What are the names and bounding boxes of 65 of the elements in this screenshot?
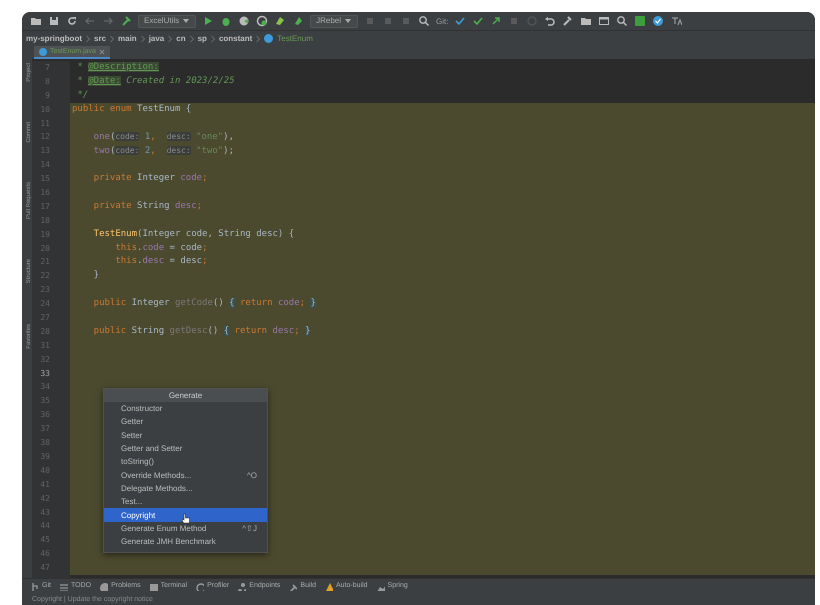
menu-item[interactable]: Copyright xyxy=(104,508,267,522)
menu-item[interactable]: Delegate Methods... xyxy=(104,482,267,496)
breadcrumb-item[interactable]: TestEnum xyxy=(277,34,313,43)
hammer-icon[interactable] xyxy=(120,15,132,27)
wrench-icon[interactable] xyxy=(562,15,574,27)
menu-item[interactable]: Override Methods... ^O xyxy=(104,468,267,482)
chevron-icon xyxy=(86,34,90,42)
breadcrumb-item[interactable]: src xyxy=(94,34,106,43)
chevron-icon xyxy=(140,34,145,42)
square-icon[interactable] xyxy=(634,15,646,27)
code-line: * @Date: Created in 2023/2/25 xyxy=(76,74,236,88)
git-label: Git: xyxy=(436,16,448,26)
hammer-icon xyxy=(288,582,298,590)
undo-icon[interactable] xyxy=(544,15,556,27)
menu-item[interactable]: Getter and Setter xyxy=(104,442,267,456)
menu-item[interactable]: Generate JMH Benchmark xyxy=(104,534,267,548)
breadcrumb-item[interactable]: my-springboot xyxy=(26,34,82,43)
search-icon[interactable] xyxy=(616,15,628,27)
check-circle-icon[interactable] xyxy=(652,15,664,27)
code-line: * @Description: xyxy=(76,61,160,74)
profiler-icon[interactable] xyxy=(256,15,268,27)
hand-cursor-icon xyxy=(181,513,190,524)
refresh-icon[interactable] xyxy=(66,15,78,27)
breadcrumb-item[interactable]: cn xyxy=(176,34,186,43)
line-number: 33 xyxy=(39,368,51,380)
window-icon[interactable] xyxy=(598,15,610,27)
jrebel-dropdown[interactable]: JRebel xyxy=(310,14,358,28)
breadcrumb-item[interactable]: main xyxy=(118,34,137,43)
code-line: */ xyxy=(76,88,90,102)
chevron-icon xyxy=(256,34,260,42)
search-icon[interactable] xyxy=(418,15,430,27)
class-icon xyxy=(264,34,274,43)
close-icon[interactable] xyxy=(98,48,105,54)
breadcrumb-item[interactable]: constant xyxy=(218,34,252,43)
folder-icon[interactable] xyxy=(30,15,42,27)
class-icon xyxy=(39,48,47,56)
menu-item[interactable]: toString() xyxy=(104,455,267,468)
run-icon[interactable] xyxy=(202,15,214,27)
nodes-icon xyxy=(237,582,246,590)
folder-icon[interactable] xyxy=(580,15,592,27)
bug-icon[interactable] xyxy=(220,15,232,27)
menu-item[interactable]: Setter xyxy=(104,428,267,442)
chevron-icon xyxy=(210,34,215,42)
save-icon[interactable] xyxy=(48,15,60,27)
menu-item[interactable]: Constructor xyxy=(104,402,267,416)
list-icon xyxy=(58,582,68,590)
breadcrumb-item[interactable]: sp xyxy=(198,34,207,43)
caret-icon xyxy=(182,17,190,25)
run-configuration-dropdown[interactable]: ExcelUtils xyxy=(138,14,196,28)
terminal-icon xyxy=(148,582,158,590)
checkmark-icon[interactable] xyxy=(454,15,466,27)
chevron-icon xyxy=(190,34,194,42)
menu-item[interactable]: Generate Enum Method ^⇧J xyxy=(104,522,267,535)
menu-item[interactable]: Test... xyxy=(104,495,267,508)
warning-icon xyxy=(324,582,333,590)
checkmark-icon[interactable] xyxy=(472,15,484,27)
coverage-icon[interactable] xyxy=(238,15,250,27)
translate-icon[interactable] xyxy=(670,15,682,27)
chevron-icon xyxy=(110,34,114,42)
chevron-icon xyxy=(168,34,172,42)
breadcrumb-item[interactable]: java xyxy=(148,34,164,43)
caret-icon xyxy=(344,17,352,25)
popup-title: Generate xyxy=(104,389,267,402)
menu-item[interactable]: Getter xyxy=(104,415,267,429)
arrow-icon[interactable] xyxy=(490,15,502,27)
